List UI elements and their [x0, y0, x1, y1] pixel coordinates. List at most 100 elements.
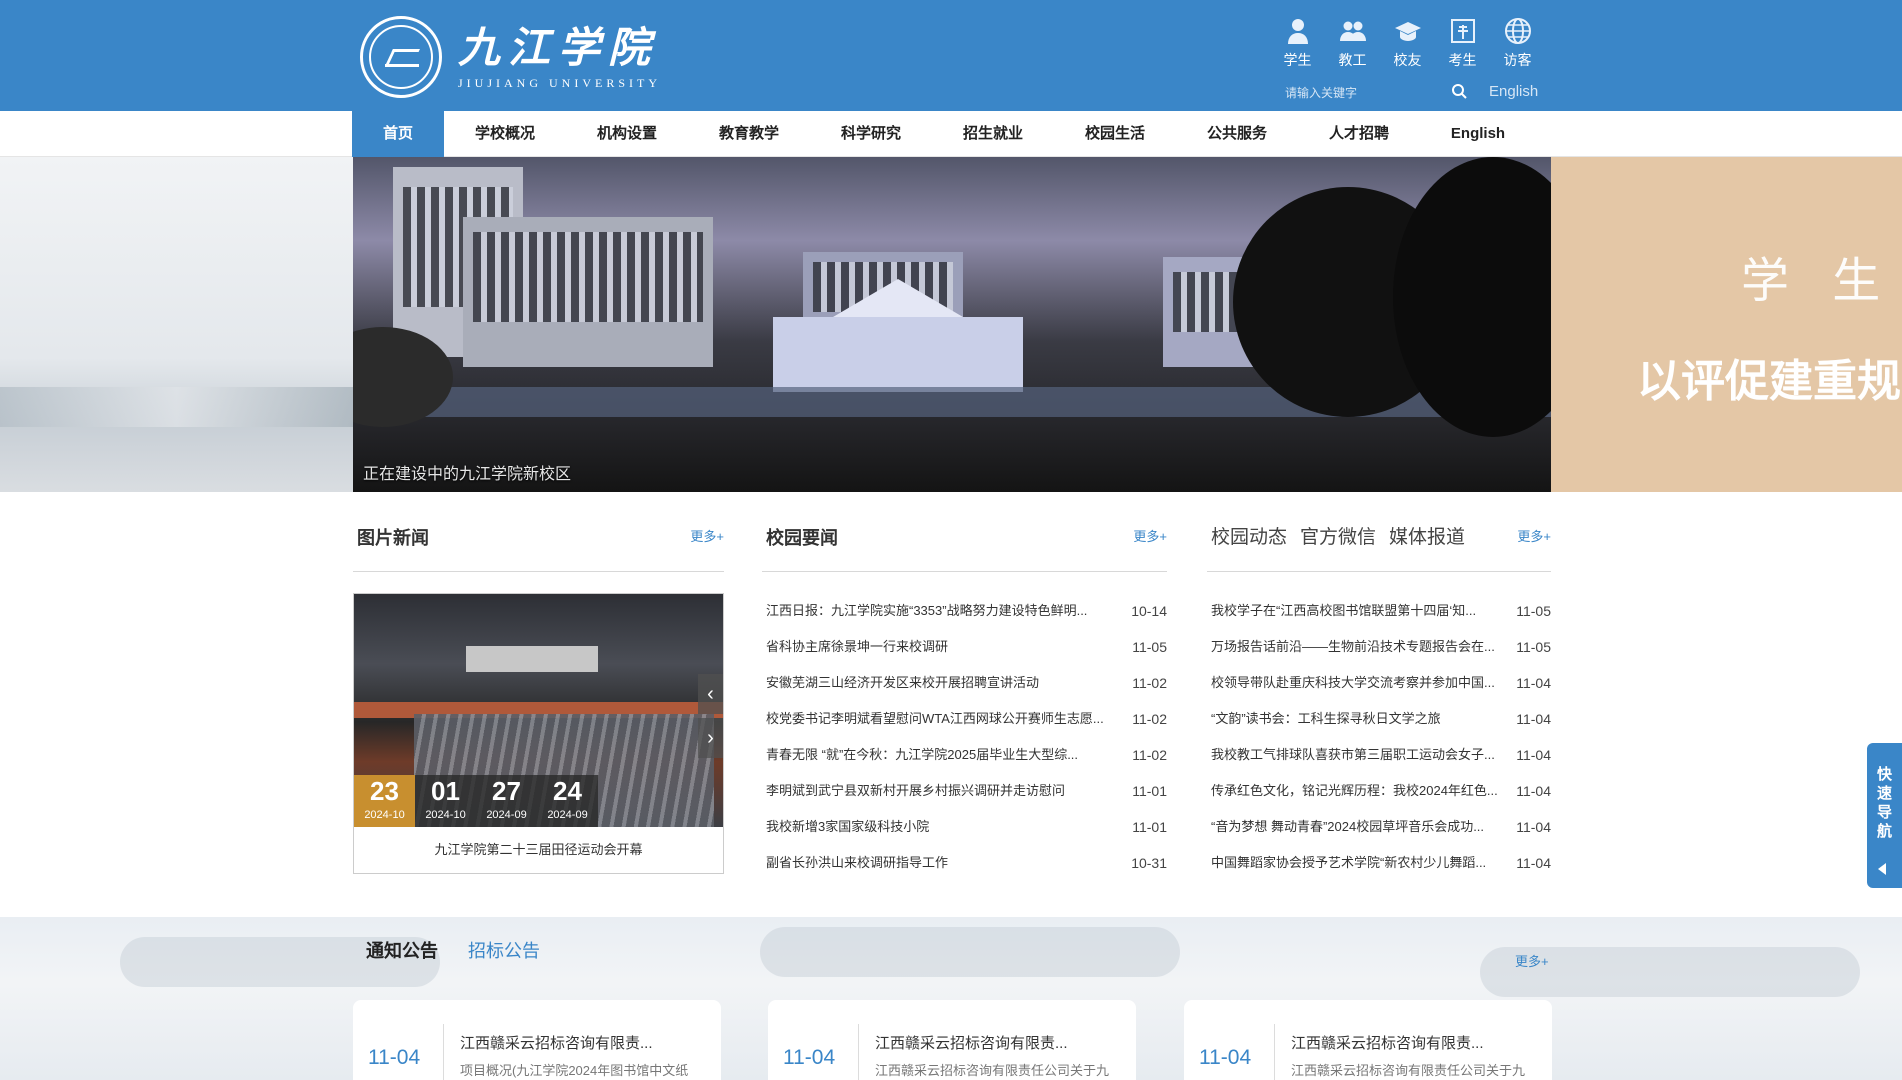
- news-date: 11-05: [1516, 639, 1551, 655]
- tab-notices[interactable]: 通知公告: [366, 937, 438, 963]
- staff-icon: [1338, 16, 1368, 46]
- dynamics-header: 校园动态 官方微信 媒体报道 更多+: [1207, 492, 1551, 572]
- photo-date-tab[interactable]: 24 2024-09: [537, 775, 598, 827]
- list-item[interactable]: 中国舞蹈家协会授予艺术学院“新农村少儿舞蹈... 11-04: [1211, 845, 1551, 881]
- news-date: 11-05: [1516, 603, 1551, 619]
- list-item[interactable]: “文韵”读书会：工科生探寻秋日文学之旅 11-04: [1211, 701, 1551, 737]
- main-nav-items: 首页 学校概况 机构设置 教育教学 科学研究 招生就业 校园生活 公共服务 人才…: [352, 111, 1536, 157]
- photo-date-tab[interactable]: 27 2024-09: [476, 775, 537, 827]
- search-input[interactable]: 请输入关键字: [1285, 84, 1357, 101]
- quick-link-label: 校友: [1393, 52, 1422, 68]
- list-item[interactable]: 江西日报：九江学院实施“3353”战略努力建设特色鲜明... 10-14: [766, 593, 1167, 629]
- quick-link-staff[interactable]: 教工: [1325, 16, 1380, 70]
- quick-link-label: 学生: [1283, 52, 1312, 68]
- list-item[interactable]: 省科协主席徐景坤一行来校调研 11-05: [766, 629, 1167, 665]
- notice-card[interactable]: 11-04 江西赣采云招标咨询有限责... 江西赣采云招标咨询有限责任公司关于九: [768, 1000, 1136, 1080]
- news-title: 校党委书记李明斌看望慰问WTA江西网球公开赛师生志愿...: [766, 711, 1104, 726]
- quick-link-student[interactable]: 学生: [1270, 16, 1325, 70]
- news-date: 11-02: [1132, 747, 1167, 763]
- chevron-right-icon[interactable]: ›: [698, 718, 723, 758]
- news-title: 传承红色文化，铭记光辉历程：我校2024年红色...: [1211, 783, 1498, 798]
- notice-title: 江西赣采云招标咨询有限责...: [1291, 1035, 1484, 1052]
- photo-news-more-link[interactable]: 更多+: [690, 526, 724, 545]
- banner-campus-photo[interactable]: 正在建设中的九江学院新校区: [353, 157, 1551, 492]
- quick-link-label: 教工: [1338, 52, 1367, 68]
- site-logo[interactable]: 九江学院 JIUJIANG UNIVERSITY: [360, 16, 661, 98]
- notices-more-link[interactable]: 更多+: [1515, 951, 1549, 970]
- photo-news-image[interactable]: ‹ › 23 2024-10 01 2024-10 27 2024-09 24 …: [354, 594, 723, 827]
- globe-icon: [1503, 16, 1533, 46]
- nav-item-research[interactable]: 科学研究: [810, 111, 932, 157]
- notice-card[interactable]: 11-04 江西赣采云招标咨询有限责... 项目概况(九江学院2024年图书馆中…: [353, 1000, 721, 1080]
- campus-news-title: 校园要闻: [766, 528, 838, 548]
- list-item[interactable]: 校领导带队赴重庆科技大学交流考察并参加中国... 11-04: [1211, 665, 1551, 701]
- dynamics-list: 我校学子在“江西高校图书馆联盟第十四届‘知... 11-05 万场报告话前沿——生…: [1211, 593, 1551, 881]
- notice-card[interactable]: 11-04 江西赣采云招标咨询有限责... 江西赣采云招标咨询有限责任公司关于九: [1184, 1000, 1552, 1080]
- nav-item-education[interactable]: 教育教学: [688, 111, 810, 157]
- photo-date-month: 2024-10: [364, 809, 405, 821]
- banner-next-slide[interactable]: 学 生 中 以评促建重规: [1551, 157, 1902, 492]
- list-item[interactable]: “音为梦想 舞动青春”2024校园草坪音乐会成功... 11-04: [1211, 809, 1551, 845]
- nav-item-public-service[interactable]: 公共服务: [1176, 111, 1298, 157]
- list-item[interactable]: 我校教工气排球队喜获市第三届职工运动会女子... 11-04: [1211, 737, 1551, 773]
- chevron-left-icon[interactable]: ‹: [698, 674, 723, 714]
- photo-date-month: 2024-10: [425, 809, 466, 821]
- quick-link-visitor[interactable]: 访客: [1490, 16, 1545, 70]
- list-item[interactable]: 安徽芜湖三山经济开发区来校开展招聘宣讲活动 11-02: [766, 665, 1167, 701]
- notice-summary: 江西赣采云招标咨询有限责任公司关于九: [875, 1063, 1110, 1078]
- notice-date: 11-04: [368, 1046, 421, 1069]
- list-item[interactable]: 万场报告话前沿——生物前沿技术专题报告会在... 11-05: [1211, 629, 1551, 665]
- quick-nav-toggle[interactable]: 快速导航: [1867, 743, 1902, 888]
- photo-date-tab[interactable]: 01 2024-10: [415, 775, 476, 827]
- banner-caption: 正在建设中的九江学院新校区: [363, 466, 572, 483]
- photo-date-day: 23: [370, 776, 399, 806]
- search-icon[interactable]: [1451, 83, 1467, 99]
- banner-slogan-line2: 以评促建重规: [1637, 356, 1901, 407]
- list-item[interactable]: 我校新增3家国家级科技小院 11-01: [766, 809, 1167, 845]
- list-item[interactable]: 校党委书记李明斌看望慰问WTA江西网球公开赛师生志愿... 11-02: [766, 701, 1167, 737]
- logo-text: 九江学院 JIUJIANG UNIVERSITY: [458, 23, 661, 91]
- caret-left-icon: [1878, 863, 1886, 875]
- tab-official-wechat[interactable]: 官方微信: [1300, 522, 1376, 549]
- nav-item-home[interactable]: 首页: [352, 111, 444, 157]
- list-item[interactable]: 青春无限 “就”在今秋：九江学院2025届毕业生大型综... 11-02: [766, 737, 1167, 773]
- quick-link-alumni[interactable]: 校友: [1380, 16, 1435, 70]
- nav-item-organization[interactable]: 机构设置: [566, 111, 688, 157]
- photo-date-month: 2024-09: [486, 809, 527, 821]
- list-item[interactable]: 我校学子在“江西高校图书馆联盟第十四届‘知... 11-05: [1211, 593, 1551, 629]
- list-item[interactable]: 副省长孙洪山来校调研指导工作 10-31: [766, 845, 1167, 881]
- news-title: 我校新增3家国家级科技小院: [766, 819, 930, 834]
- tab-media-reports[interactable]: 媒体报道: [1389, 522, 1465, 549]
- photo-date-tab[interactable]: 23 2024-10: [354, 775, 415, 827]
- news-title: 省科协主席徐景坤一行来校调研: [766, 639, 949, 654]
- nav-item-campus-life[interactable]: 校园生活: [1054, 111, 1176, 157]
- news-title: 青春无限 “就”在今秋：九江学院2025届毕业生大型综...: [766, 747, 1079, 762]
- quick-link-applicant[interactable]: 考生: [1435, 16, 1490, 70]
- nav-item-recruitment[interactable]: 人才招聘: [1298, 111, 1420, 157]
- news-title: 我校学子在“江西高校图书馆联盟第十四届‘知...: [1211, 603, 1477, 618]
- photo-date-strip: 23 2024-10 01 2024-10 27 2024-09 24 2024…: [354, 775, 598, 827]
- list-item[interactable]: 传承红色文化，铭记光辉历程：我校2024年红色... 11-04: [1211, 773, 1551, 809]
- news-date: 11-04: [1516, 783, 1551, 799]
- news-date: 11-04: [1516, 711, 1551, 727]
- photo-date-day: 01: [431, 776, 460, 806]
- news-date: 11-04: [1516, 855, 1551, 871]
- news-title: 中国舞蹈家协会授予艺术学院“新农村少儿舞蹈...: [1211, 855, 1487, 870]
- news-title: “音为梦想 舞动青春”2024校园草坪音乐会成功...: [1211, 819, 1485, 834]
- notice-summary: 江西赣采云招标咨询有限责任公司关于九: [1291, 1063, 1526, 1078]
- nav-item-admission[interactable]: 招生就业: [932, 111, 1054, 157]
- nav-item-about[interactable]: 学校概况: [444, 111, 566, 157]
- tab-tender-notices[interactable]: 招标公告: [468, 937, 540, 963]
- news-title: “文韵”读书会：工科生探寻秋日文学之旅: [1211, 711, 1441, 726]
- university-seal-icon: [360, 16, 442, 98]
- photo-date-day: 24: [553, 776, 582, 806]
- campus-news-more-link[interactable]: 更多+: [1133, 526, 1167, 545]
- dynamics-more-link[interactable]: 更多+: [1517, 526, 1551, 545]
- list-item[interactable]: 李明斌到武宁县双新村开展乡村振兴调研并走访慰问 11-01: [766, 773, 1167, 809]
- photo-news-slider: ‹ › 23 2024-10 01 2024-10 27 2024-09 24 …: [353, 593, 724, 874]
- news-date: 10-14: [1131, 603, 1167, 619]
- tab-campus-dynamics[interactable]: 校园动态: [1211, 522, 1287, 549]
- photo-news-caption[interactable]: 九江学院第二十三届田径运动会开幕: [354, 827, 723, 873]
- header-english-link[interactable]: English: [1489, 83, 1538, 100]
- nav-item-english[interactable]: English: [1420, 111, 1536, 157]
